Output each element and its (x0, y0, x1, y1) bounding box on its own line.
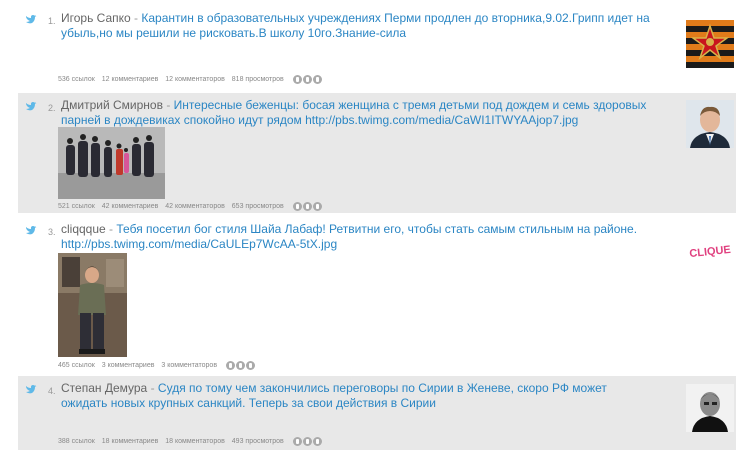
post-body: cliqqque - Тебя посетил бог стиля Шайа Л… (61, 222, 653, 252)
avatar[interactable] (686, 384, 734, 432)
share-icon[interactable] (302, 202, 312, 211)
author-name[interactable]: cliqqque (61, 222, 106, 236)
author-name[interactable]: Дмитрий Смирнов (61, 98, 163, 112)
post-body: Дмитрий Смирнов - Интересные беженцы: бо… (61, 98, 653, 128)
commenters-count[interactable]: 12 комментаторов (165, 76, 225, 83)
views-count: 493 просмотров (231, 438, 284, 446)
avatar[interactable]: CLIQUE (686, 227, 734, 275)
twitter-bird-icon[interactable] (25, 101, 37, 113)
share-icon[interactable] (312, 437, 322, 446)
commenters-count[interactable]: 42 комментаторов (165, 203, 225, 210)
share-buttons (292, 202, 323, 211)
tweet-image[interactable] (58, 253, 127, 357)
share-buttons (292, 437, 323, 446)
tweet-image[interactable] (58, 127, 165, 199)
share-icon[interactable] (292, 75, 302, 84)
separator: - (166, 98, 171, 112)
share-buttons (226, 361, 256, 370)
share-icon[interactable] (312, 202, 322, 211)
author-name[interactable]: Степан Демура (61, 381, 147, 395)
views-count: 818 просмотров (231, 76, 284, 84)
share-icon[interactable] (312, 75, 322, 84)
links-count[interactable]: 388 ссылок (58, 438, 95, 445)
post-row: 3. cliqqque - Тебя посетил бог стиля Шай… (18, 217, 736, 372)
separator: - (134, 11, 139, 25)
links-count[interactable]: 536 ссылок (58, 76, 95, 83)
post-number: 1. (48, 16, 56, 26)
tweet-text[interactable]: Тебя посетил бог стиля Шайа Лабаф! Ретви… (61, 222, 637, 251)
twitter-bird-icon[interactable] (25, 384, 37, 396)
comments-count[interactable]: 18 комментариев (102, 438, 159, 445)
comments-count[interactable]: 42 комментариев (102, 203, 159, 210)
twitter-bird-icon[interactable] (25, 225, 37, 237)
commenters-count[interactable]: 18 комментаторов (165, 438, 225, 445)
avatar[interactable] (686, 20, 734, 68)
post-number: 2. (48, 103, 56, 113)
tweet-text[interactable]: Карантин в образовательных учреждениях П… (61, 11, 650, 40)
views-count: 653 просмотров (231, 203, 284, 211)
comments-count[interactable]: 12 комментариев (102, 76, 159, 83)
post-stats: 388 ссылок 18 комментариев 18 комментато… (58, 437, 328, 446)
post-number: 3. (48, 227, 56, 237)
post-row: 1. Игорь Сапко - Карантин в образователь… (18, 6, 736, 90)
share-icon[interactable] (292, 437, 302, 446)
post-body: Степан Демура - Судя по тому чем закончи… (61, 381, 653, 411)
post-number: 4. (48, 386, 56, 396)
avatar[interactable] (686, 100, 734, 148)
separator: - (109, 222, 114, 236)
share-icon[interactable] (292, 202, 302, 211)
share-icon[interactable] (302, 75, 312, 84)
post-stats: 536 ссылок 12 комментариев 12 комментато… (58, 75, 328, 84)
share-icon[interactable] (302, 437, 312, 446)
post-stats: 465 ссылок 3 комментариев 3 комментаторо… (58, 361, 261, 370)
twitter-bird-icon[interactable] (25, 14, 37, 26)
post-body: Игорь Сапко - Карантин в образовательных… (61, 11, 653, 41)
share-icon[interactable] (226, 361, 235, 370)
author-name[interactable]: Игорь Сапко (61, 11, 131, 25)
links-count[interactable]: 465 ссылок (58, 362, 95, 369)
comments-count[interactable]: 3 комментариев (102, 362, 155, 369)
share-buttons (292, 75, 323, 84)
share-icon[interactable] (246, 361, 255, 370)
post-row: 4. Степан Демура - Судя по тому чем зако… (18, 376, 736, 450)
commenters-count[interactable]: 3 комментаторов (161, 362, 217, 369)
share-icon[interactable] (236, 361, 245, 370)
post-row: 2. Дмитрий Смирнов - Интересные беженцы:… (18, 93, 736, 213)
links-count[interactable]: 521 ссылок (58, 203, 95, 210)
separator: - (150, 381, 155, 395)
post-stats: 521 ссылок 42 комментариев 42 комментато… (58, 202, 328, 211)
